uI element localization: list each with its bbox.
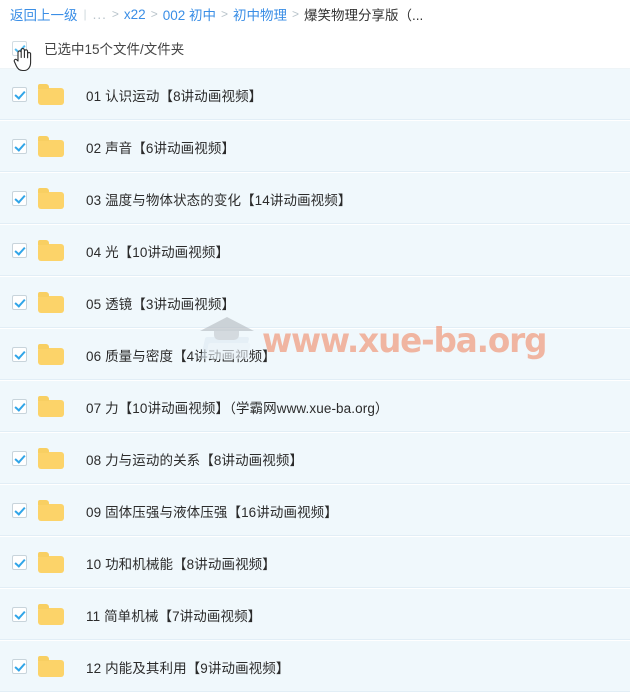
row-checkbox[interactable] <box>11 191 27 206</box>
table-row[interactable]: 04 光【10讲动画视频】 <box>0 225 630 277</box>
row-checkbox-cell[interactable] <box>0 451 38 466</box>
folder-icon <box>38 240 64 261</box>
file-name-label[interactable]: 10 功和机械能【8讲动画视频】 <box>86 553 276 573</box>
row-checkbox[interactable] <box>11 659 27 674</box>
table-row[interactable]: 01 认识运动【8讲动画视频】 <box>0 69 630 121</box>
file-name-label[interactable]: 02 声音【6讲动画视频】 <box>86 137 235 157</box>
row-checkbox[interactable] <box>11 347 27 362</box>
breadcrumb-item-002[interactable]: 002 初中 <box>163 4 216 24</box>
folder-icon-cell <box>38 240 78 261</box>
file-list: 01 认识运动【8讲动画视频】 02 声音【6讲动画视频】 03 温度与物体状态的变… <box>0 69 630 693</box>
row-checkbox-cell[interactable] <box>0 243 38 258</box>
row-checkbox[interactable] <box>11 87 27 102</box>
folder-icon <box>38 500 64 521</box>
file-name-label[interactable]: 03 温度与物体状态的变化【14讲动画视频】 <box>86 189 351 209</box>
file-name-label[interactable]: 05 透镜【3讲动画视频】 <box>86 293 235 313</box>
table-row[interactable]: 03 温度与物体状态的变化【14讲动画视频】 <box>0 173 630 225</box>
breadcrumb-separator-icon: > <box>150 7 158 21</box>
selection-count-label: 已选中15个文件/文件夹 <box>44 42 185 57</box>
folder-icon-cell <box>38 188 78 209</box>
row-checkbox[interactable] <box>11 607 27 622</box>
folder-icon-cell <box>38 136 78 157</box>
folder-icon-cell <box>38 292 78 313</box>
row-checkbox[interactable] <box>11 295 27 310</box>
table-row[interactable]: 09 固体压强与液体压强【16讲动画视频】 <box>0 485 630 537</box>
breadcrumb-separator-icon: > <box>111 7 119 21</box>
breadcrumb-item-current: 爆笑物理分享版（... <box>304 8 424 23</box>
row-checkbox-cell[interactable] <box>0 191 38 206</box>
table-row[interactable]: 11 简单机械【7讲动画视频】 <box>0 589 630 641</box>
folder-icon <box>38 604 64 625</box>
row-checkbox-cell[interactable] <box>0 139 38 154</box>
row-checkbox[interactable] <box>11 451 27 466</box>
row-checkbox-cell[interactable] <box>0 295 38 310</box>
select-all-bar: 已选中15个文件/文件夹 <box>0 28 630 69</box>
breadcrumb-back-link[interactable]: 返回上一级 <box>10 4 78 24</box>
folder-icon-cell <box>38 448 78 469</box>
file-name-label[interactable]: 12 内能及其利用【9讲动画视频】 <box>86 657 289 677</box>
folder-icon <box>38 84 64 105</box>
file-name-label[interactable]: 07 力【10讲动画视频】（学霸网www.xue-ba.org） <box>86 397 389 417</box>
breadcrumb-item-x22[interactable]: x22 <box>124 7 146 22</box>
file-name-label[interactable]: 08 力与运动的关系【8讲动画视频】 <box>86 449 303 469</box>
folder-icon-cell <box>38 500 78 521</box>
row-checkbox[interactable] <box>11 399 27 414</box>
folder-icon-cell <box>38 84 78 105</box>
breadcrumb-divider: | <box>83 7 87 21</box>
row-checkbox[interactable] <box>11 139 27 154</box>
row-checkbox-cell[interactable] <box>0 87 38 102</box>
breadcrumb-ellipsis[interactable]: ... <box>93 7 107 22</box>
row-checkbox-cell[interactable] <box>0 503 38 518</box>
folder-icon <box>38 344 64 365</box>
file-name-label[interactable]: 06 质量与密度【4讲动画视频】 <box>86 345 276 365</box>
file-name-label[interactable]: 01 认识运动【8讲动画视频】 <box>86 85 262 105</box>
table-row[interactable]: 10 功和机械能【8讲动画视频】 <box>0 537 630 589</box>
folder-icon-cell <box>38 604 78 625</box>
file-name-label[interactable]: 09 固体压强与液体压强【16讲动画视频】 <box>86 501 338 521</box>
breadcrumb-item-physics[interactable]: 初中物理 <box>233 4 287 24</box>
folder-icon <box>38 136 64 157</box>
folder-icon-cell <box>38 656 78 677</box>
select-all-checkbox[interactable] <box>11 40 27 56</box>
table-row[interactable]: 07 力【10讲动画视频】（学霸网www.xue-ba.org） <box>0 381 630 433</box>
breadcrumb-separator-icon: > <box>220 7 228 21</box>
folder-icon <box>38 292 64 313</box>
row-checkbox[interactable] <box>11 243 27 258</box>
folder-icon-cell <box>38 344 78 365</box>
folder-icon <box>38 188 64 209</box>
table-row[interactable]: 06 质量与密度【4讲动画视频】 <box>0 329 630 381</box>
breadcrumb: 返回上一级 | ... > x22 > 002 初中 > 初中物理 > 爆笑物理… <box>0 0 630 28</box>
folder-icon <box>38 396 64 417</box>
row-checkbox[interactable] <box>11 555 27 570</box>
table-row[interactable]: 12 内能及其利用【9讲动画视频】 <box>0 641 630 693</box>
folder-icon <box>38 656 64 677</box>
table-row[interactable]: 05 透镜【3讲动画视频】 <box>0 277 630 329</box>
row-checkbox-cell[interactable] <box>0 607 38 622</box>
row-checkbox-cell[interactable] <box>0 659 38 674</box>
folder-icon <box>38 552 64 573</box>
row-checkbox-cell[interactable] <box>0 555 38 570</box>
file-name-label[interactable]: 11 简单机械【7讲动画视频】 <box>86 605 261 625</box>
row-checkbox[interactable] <box>11 503 27 518</box>
row-checkbox-cell[interactable] <box>0 347 38 362</box>
table-row[interactable]: 08 力与运动的关系【8讲动画视频】 <box>0 433 630 485</box>
folder-icon <box>38 448 64 469</box>
breadcrumb-separator-icon: > <box>292 7 300 21</box>
folder-icon-cell <box>38 396 78 417</box>
file-name-label[interactable]: 04 光【10讲动画视频】 <box>86 241 229 261</box>
table-row[interactable]: 02 声音【6讲动画视频】 <box>0 121 630 173</box>
select-all-checkbox-cell[interactable] <box>0 40 38 56</box>
row-checkbox-cell[interactable] <box>0 399 38 414</box>
folder-icon-cell <box>38 552 78 573</box>
